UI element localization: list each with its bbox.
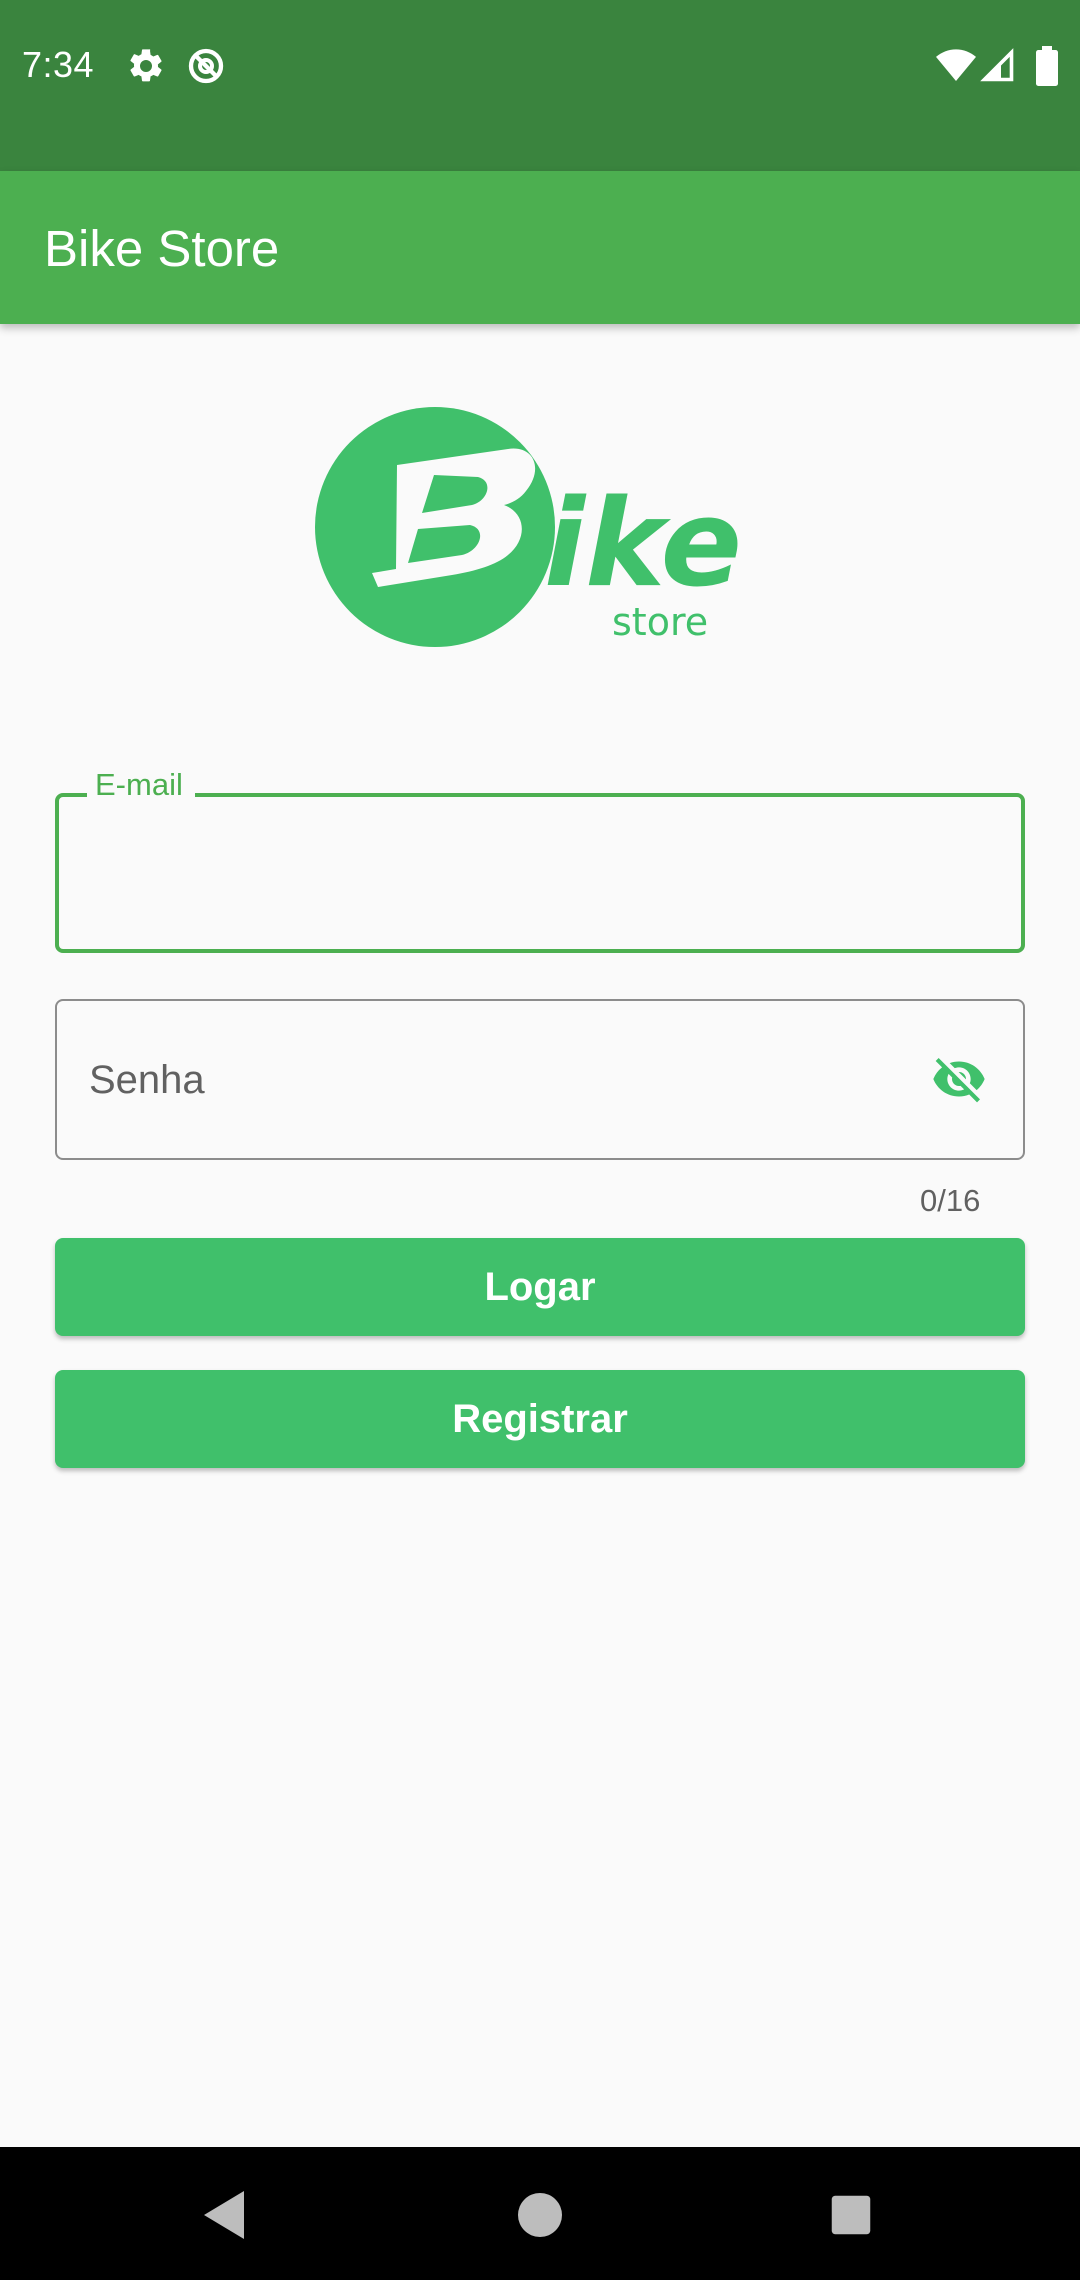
back-icon[interactable] <box>200 2189 248 2241</box>
home-icon[interactable] <box>516 2191 564 2239</box>
svg-text:ike: ike <box>544 475 742 614</box>
status-bar: 7:34 <box>0 0 1080 171</box>
app-bar: Bike Store <box>0 171 1080 324</box>
password-char-counter: 0/16 <box>920 1183 981 1218</box>
password-input[interactable] <box>89 1045 889 1115</box>
logo-store-text: store <box>612 600 708 644</box>
login-screen: 7:34 Bike Store ike store E-mail 0/16 Lo… <box>0 0 1080 2280</box>
dnd-icon <box>188 48 224 84</box>
recents-icon[interactable] <box>830 2194 872 2236</box>
system-nav-bar <box>0 2147 1080 2280</box>
register-button[interactable]: Registrar <box>55 1370 1025 1468</box>
status-time: 7:34 <box>22 44 95 85</box>
wifi-icon <box>936 49 976 81</box>
battery-icon <box>1036 46 1058 86</box>
password-field[interactable] <box>55 999 1025 1160</box>
login-button[interactable]: Logar <box>55 1238 1025 1336</box>
email-input[interactable] <box>87 837 987 907</box>
eye-off-icon[interactable] <box>927 1051 991 1107</box>
gear-icon <box>130 49 162 82</box>
app-title: Bike Store <box>44 220 280 277</box>
bike-store-logo: ike store <box>315 407 742 647</box>
email-label: E-mail <box>87 765 195 805</box>
email-field[interactable]: E-mail <box>55 765 1025 953</box>
signal-icon <box>980 48 1014 82</box>
